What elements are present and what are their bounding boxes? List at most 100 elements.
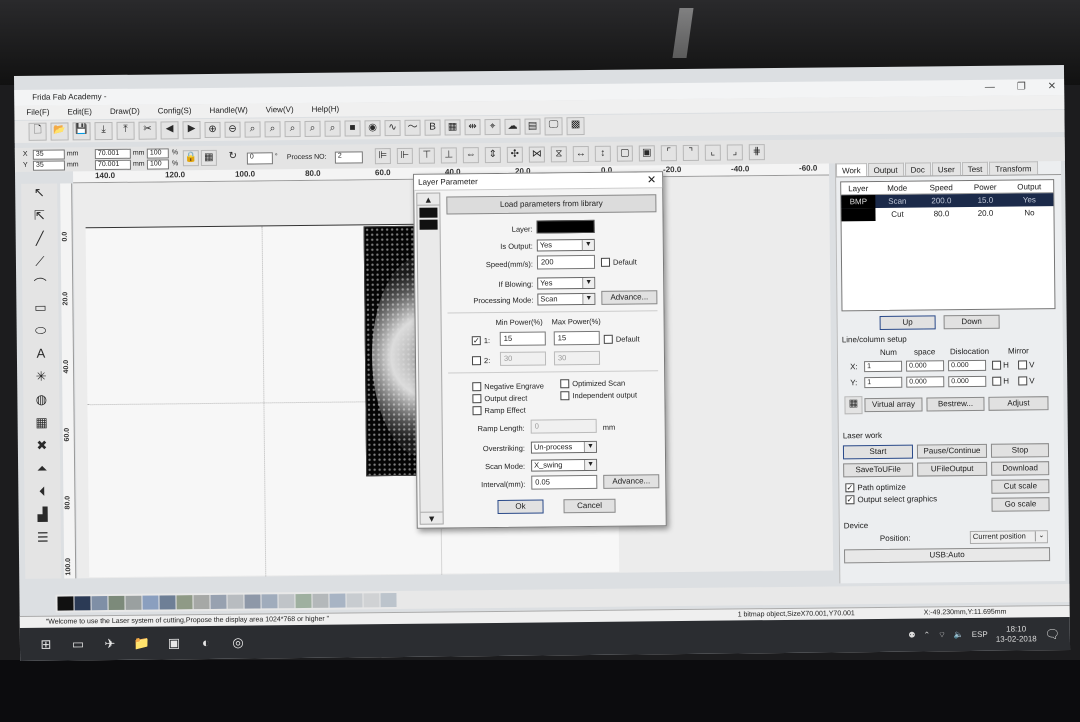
scroll-up-icon[interactable]: ▲: [417, 193, 440, 206]
path-optimize-checkbox[interactable]: ✓: [845, 483, 855, 493]
zoom-all-icon[interactable]: ⌕: [304, 120, 321, 137]
grid-lock-icon[interactable]: ▦: [200, 149, 217, 167]
align-center-h-icon[interactable]: ⇔: [462, 147, 479, 164]
y-mirror-v-checkbox[interactable]: [1018, 376, 1028, 386]
checkbox-box[interactable]: [471, 356, 482, 366]
cortana-icon[interactable]: ✈: [94, 635, 126, 651]
mirror-v-tool-icon[interactable]: ⏴: [33, 484, 51, 503]
open-folder-icon[interactable]: 📂: [50, 122, 69, 141]
x-space-input[interactable]: 0.000: [906, 360, 945, 372]
ok-button[interactable]: Ok: [497, 499, 544, 514]
cut-icon[interactable]: ✂: [138, 121, 157, 140]
layer-list-scroll[interactable]: ▲ ▼: [416, 192, 444, 525]
zoom-in-icon[interactable]: ⊕: [204, 121, 221, 139]
layer-color-swatch[interactable]: [536, 219, 595, 234]
palette-swatch[interactable]: [125, 595, 142, 610]
adjust-button[interactable]: Adjust: [988, 396, 1049, 411]
same-size-icon[interactable]: ▢: [616, 145, 633, 162]
power-row2-checkbox[interactable]: 2:: [471, 356, 490, 366]
virtual-array-button[interactable]: Virtual array: [864, 397, 923, 413]
align-bottom-icon[interactable]: ⊥: [440, 147, 457, 164]
minimize-icon[interactable]: —: [985, 80, 995, 96]
checkbox-box[interactable]: [472, 382, 482, 392]
menu-help[interactable]: Help(H): [312, 103, 340, 117]
corner-br-icon[interactable]: ⌟: [726, 144, 743, 161]
tab-test[interactable]: Test: [961, 161, 989, 176]
start-button[interactable]: Start: [842, 444, 914, 460]
x-input[interactable]: 35: [32, 149, 65, 160]
file-explorer-icon[interactable]: 📁: [126, 635, 158, 651]
load-from-library-button[interactable]: Load parameters from library: [446, 194, 657, 215]
redo-icon[interactable]: ▶: [182, 121, 201, 140]
grid-tool-icon[interactable]: ▦: [33, 415, 51, 434]
close-icon[interactable]: ✕: [647, 173, 656, 186]
checkbox-box[interactable]: [472, 406, 482, 416]
x-num-input[interactable]: 1: [864, 360, 903, 373]
cut-scale-button[interactable]: Cut scale: [991, 479, 1050, 494]
speed-input[interactable]: 200: [536, 254, 596, 270]
same-height-icon[interactable]: ↕: [594, 145, 611, 162]
import-icon[interactable]: ⤓: [94, 121, 113, 141]
zoom-out-icon[interactable]: ⊖: [224, 121, 241, 138]
text-tool-icon[interactable]: A: [32, 346, 50, 365]
node-edit-icon[interactable]: ⇱: [30, 208, 48, 227]
max-power-2-input[interactable]: 30: [553, 350, 601, 366]
node-tool-icon[interactable]: ◍: [32, 392, 50, 411]
close-icon[interactable]: ✕: [1048, 79, 1057, 95]
wifi-icon[interactable]: ⌔: [938, 630, 946, 640]
lock-icon[interactable]: 🔒: [182, 150, 199, 167]
notifications-icon[interactable]: 🗨: [1045, 627, 1060, 641]
star-tool-icon[interactable]: ✳: [32, 369, 50, 388]
menu-handle[interactable]: Handle(W): [209, 104, 247, 118]
monitor-icon[interactable]: 🖵: [544, 117, 563, 136]
ufile-output-button[interactable]: UFileOutput: [917, 461, 988, 477]
menu-draw[interactable]: Draw(D): [110, 105, 140, 119]
checkbox-box[interactable]: [600, 257, 611, 267]
laser-app-icon[interactable]: ◐: [190, 635, 222, 650]
mirror-icon[interactable]: ⇹: [464, 119, 481, 136]
down-button[interactable]: Down: [943, 314, 1000, 330]
zoom-fit-icon[interactable]: ⌕: [244, 121, 261, 138]
distribute-v-icon[interactable]: ⧖: [550, 146, 567, 163]
max-power-1-input[interactable]: 15: [553, 330, 600, 346]
tab-user[interactable]: User: [931, 162, 961, 176]
node-icon[interactable]: ⌖: [484, 118, 501, 136]
polyline-tool-icon[interactable]: ⟋: [31, 254, 49, 273]
stop-button[interactable]: Stop: [990, 443, 1050, 458]
tab-transform[interactable]: Transform: [989, 161, 1038, 175]
chrome-icon[interactable]: ◎: [222, 634, 254, 650]
distribute-h-icon[interactable]: ⋈: [528, 146, 545, 163]
checkbox-box[interactable]: [560, 391, 570, 401]
grid-icon[interactable]: ▦: [444, 119, 461, 136]
palette-swatch[interactable]: [295, 593, 312, 609]
language-indicator[interactable]: ESP: [972, 630, 988, 639]
checkbox-box[interactable]: [560, 379, 570, 389]
palette-swatch[interactable]: [346, 593, 363, 608]
ellipse-tool-icon[interactable]: ⬭: [32, 323, 50, 342]
palette-swatch[interactable]: [74, 596, 91, 611]
table-row[interactable]: Cut 80.0 20.0 No: [841, 206, 1053, 222]
x-dislocation-input[interactable]: 0.000: [948, 359, 987, 372]
ellipse-icon[interactable]: ◉: [364, 120, 381, 137]
align-right-icon[interactable]: ⊩: [396, 147, 413, 164]
cancel-button[interactable]: Cancel: [563, 498, 616, 514]
blowing-select[interactable]: Yes ▼: [537, 276, 596, 290]
tab-output[interactable]: Output: [867, 162, 904, 177]
mode-advance-button[interactable]: Advance...: [601, 290, 658, 305]
min-power-1-input[interactable]: 15: [499, 331, 546, 346]
y-num-input[interactable]: 1: [864, 376, 903, 389]
min-power-2-input[interactable]: 30: [499, 351, 547, 366]
palette-swatch[interactable]: [227, 594, 244, 609]
is-output-select[interactable]: Yes ▼: [536, 238, 595, 252]
line-icon[interactable]: 〜: [404, 119, 421, 136]
people-icon[interactable]: ⚉: [908, 631, 915, 640]
palette-swatch[interactable]: [142, 595, 159, 610]
rect-tool-icon[interactable]: ▭: [31, 300, 49, 319]
ramp-effect-checkbox[interactable]: Ramp Effect: [472, 406, 526, 416]
clock[interactable]: 18:10 13-02-2018: [996, 624, 1037, 644]
palette-swatch[interactable]: [312, 593, 329, 608]
palette-swatch[interactable]: [261, 594, 278, 609]
menu-edit[interactable]: Edit(E): [67, 105, 92, 119]
save-icon[interactable]: 💾: [72, 122, 91, 141]
bmp-icon[interactable]: B: [424, 119, 441, 136]
